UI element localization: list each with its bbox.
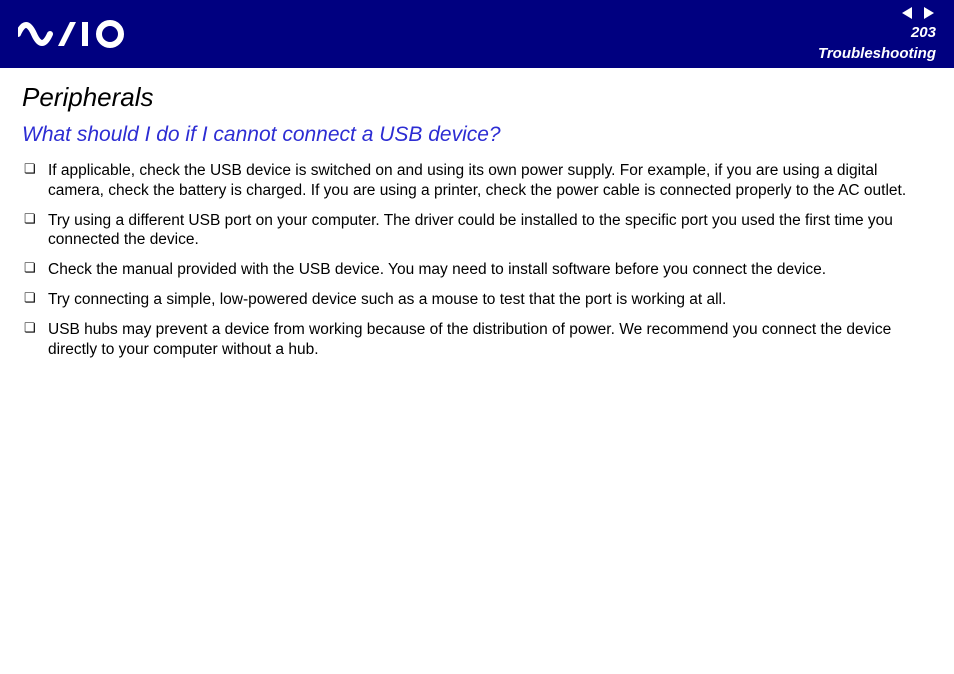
- bullet-list: If applicable, check the USB device is s…: [22, 161, 932, 360]
- nav-prev-button[interactable]: [900, 6, 914, 20]
- list-item: If applicable, check the USB device is s…: [22, 161, 932, 201]
- page-title: Peripherals: [22, 82, 932, 113]
- header-bar: 203 Troubleshooting: [0, 0, 954, 68]
- page-number: 203: [911, 24, 936, 41]
- section-label: Troubleshooting: [818, 45, 936, 62]
- content-area: Peripherals What should I do if I cannot…: [0, 68, 954, 360]
- list-item: Try using a different USB port on your c…: [22, 211, 932, 251]
- list-item: USB hubs may prevent a device from worki…: [22, 320, 932, 360]
- nav-arrows: [900, 6, 936, 20]
- question-heading: What should I do if I cannot connect a U…: [22, 123, 932, 147]
- nav-next-button[interactable]: [922, 6, 936, 20]
- list-item: Check the manual provided with the USB d…: [22, 260, 932, 280]
- vaio-logo: [18, 0, 138, 68]
- list-item: Try connecting a simple, low-powered dev…: [22, 290, 932, 310]
